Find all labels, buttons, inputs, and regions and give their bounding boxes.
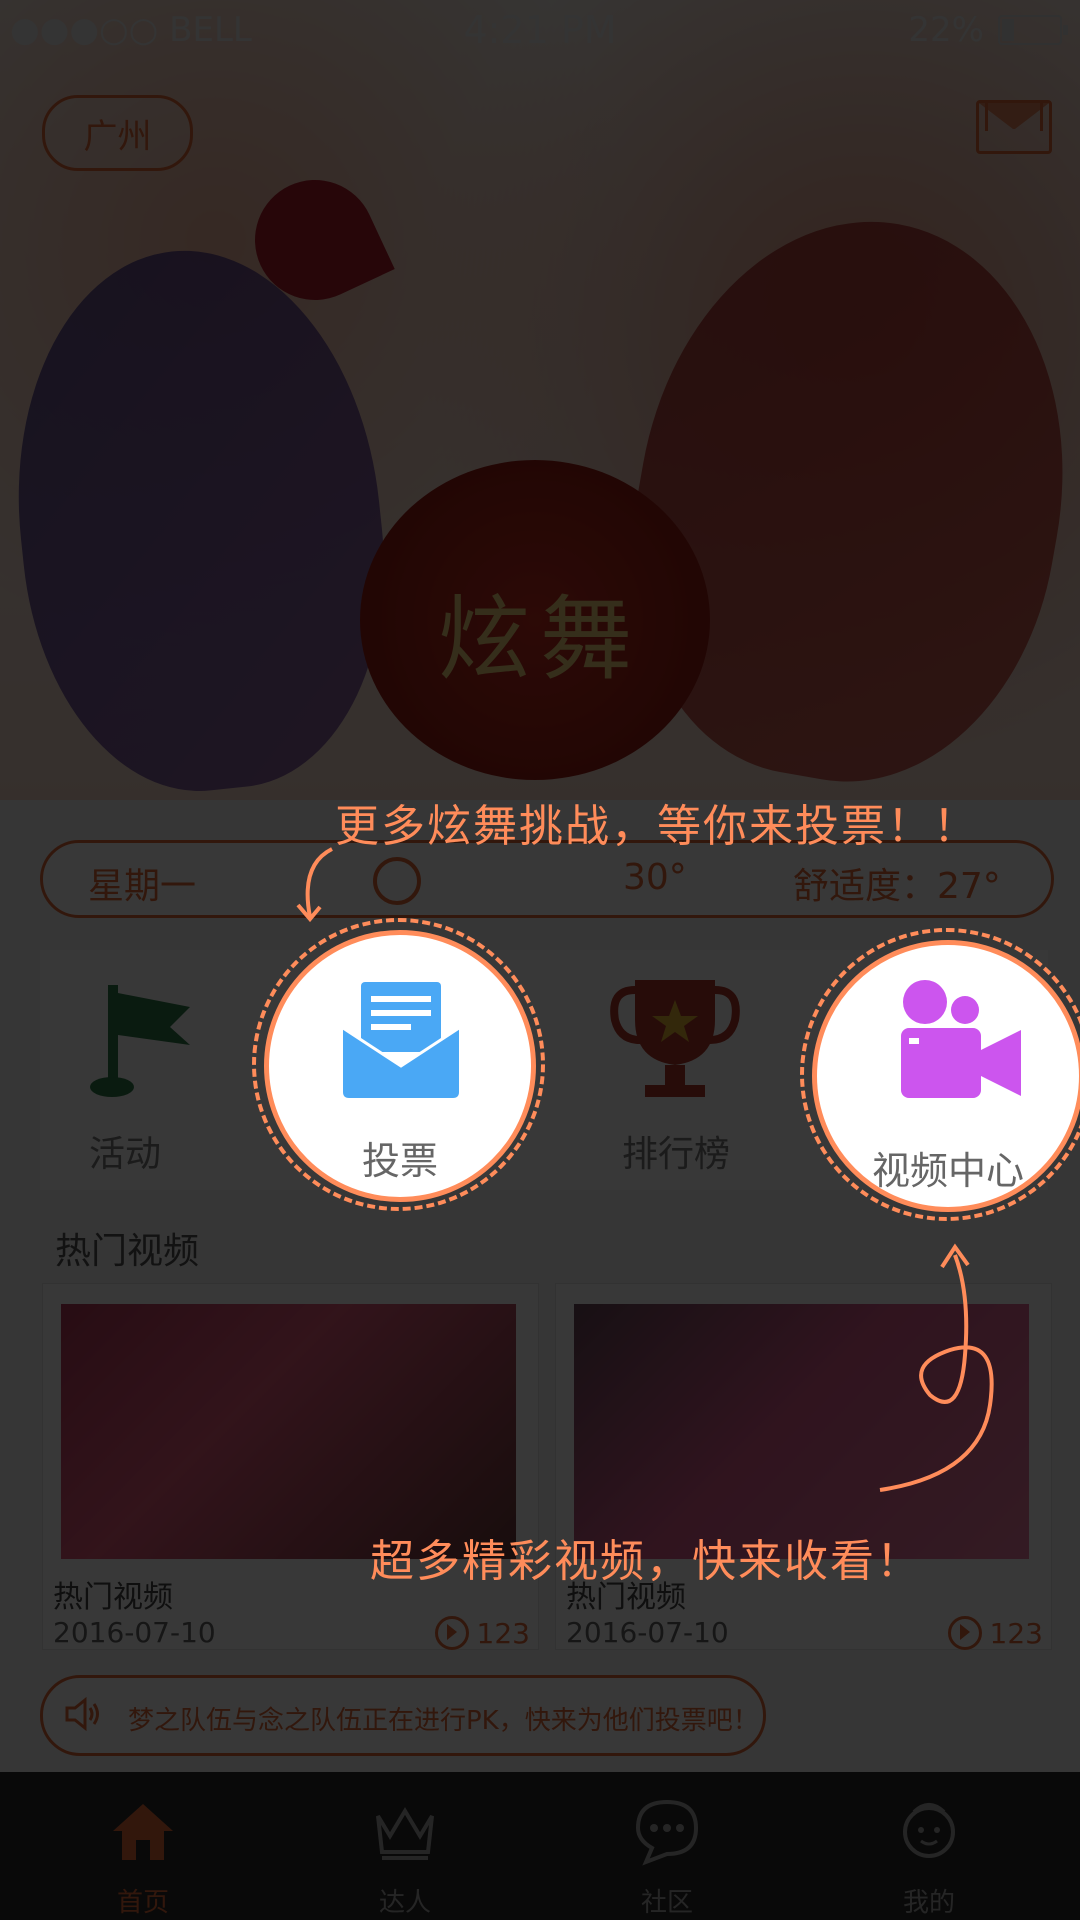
mail-flap — [979, 103, 1049, 129]
video-thumbnail — [61, 1304, 516, 1559]
weather-day: 星期一 — [88, 866, 197, 907]
play-icon — [947, 1616, 982, 1650]
video-view-count: 123 — [476, 1616, 530, 1650]
video-view-count: 123 — [989, 1616, 1043, 1650]
video-card[interactable]: 热门视频 2016-07-10 123 — [42, 1283, 539, 1650]
announcement-bar[interactable]: 梦之队伍与念之队伍正在进行PK，快来为他们投票吧！ — [40, 1675, 766, 1756]
video-center-label: 视频中心 — [871, 1149, 1024, 1193]
video-guide-arrow — [879, 1243, 994, 1492]
flag-icon — [90, 985, 190, 1097]
tab-talent[interactable]: 达人 — [270, 1772, 540, 1920]
battery-status: 22% — [908, 10, 1068, 50]
video-date: 2016-07-10 — [53, 1616, 216, 1649]
play-icon — [434, 1616, 469, 1650]
tab-label: 社区 — [640, 1888, 693, 1918]
video-views: 123 — [434, 1616, 530, 1650]
announcement-text: 梦之队伍与念之队伍正在进行PK，快来为他们投票吧！ — [128, 1706, 748, 1736]
profile-icon — [903, 1803, 955, 1858]
city-selector[interactable]: 广州 — [42, 95, 193, 171]
battery-icon — [998, 15, 1068, 45]
vote-button[interactable]: 投票 — [264, 930, 536, 1202]
section-title: 热门视频 — [55, 1231, 200, 1272]
video-views: 123 — [947, 1616, 1043, 1650]
vote-guide-text: 更多炫舞挑战，等你来投票！！ — [335, 801, 979, 852]
sun-icon — [373, 857, 421, 905]
battery-percent: 22% — [908, 10, 984, 50]
video-title: 热门视频 — [53, 1580, 173, 1615]
tab-profile[interactable]: 我的 — [794, 1772, 1064, 1920]
speaker-icon — [65, 1696, 99, 1732]
city-label: 广州 — [83, 116, 152, 157]
logo-text: 炫舞 — [437, 586, 642, 693]
crown-icon — [376, 1807, 434, 1860]
chat-icon — [635, 1799, 699, 1866]
menu-item-activity[interactable]: 活动 — [25, 1125, 225, 1177]
vote-label: 投票 — [361, 1139, 438, 1183]
weather-comfort: 舒适度：27° — [793, 866, 1001, 907]
tab-label: 首页 — [116, 1888, 169, 1918]
mail-icon[interactable] — [976, 100, 1052, 154]
video-guide-text: 超多精彩视频，快来收看！ — [370, 1536, 922, 1587]
video-center-button[interactable]: 视频中心 — [812, 940, 1080, 1212]
tab-home[interactable]: 首页 — [8, 1772, 278, 1920]
battery-fill — [1002, 19, 1014, 41]
tab-bar: 首页 达人 社区 我的 — [0, 1772, 1080, 1920]
tab-label: 达人 — [378, 1888, 431, 1918]
video-camera-icon — [901, 980, 1021, 1098]
trophy-icon — [610, 980, 740, 1097]
vote-guide-arrow — [296, 847, 333, 923]
weather-temp: 30° — [623, 857, 687, 898]
menu-item-ranking[interactable]: 排行榜 — [576, 1125, 776, 1177]
tab-community[interactable]: 社区 — [532, 1772, 802, 1920]
dancer-left-image — [0, 232, 408, 800]
tab-label: 我的 — [902, 1888, 955, 1918]
status-bar: ●●●○○ BELL 4:21 PM 22% — [0, 0, 1080, 60]
video-date: 2016-07-10 — [566, 1616, 729, 1649]
vote-envelope-icon — [342, 982, 460, 1098]
home-icon — [113, 1804, 173, 1860]
